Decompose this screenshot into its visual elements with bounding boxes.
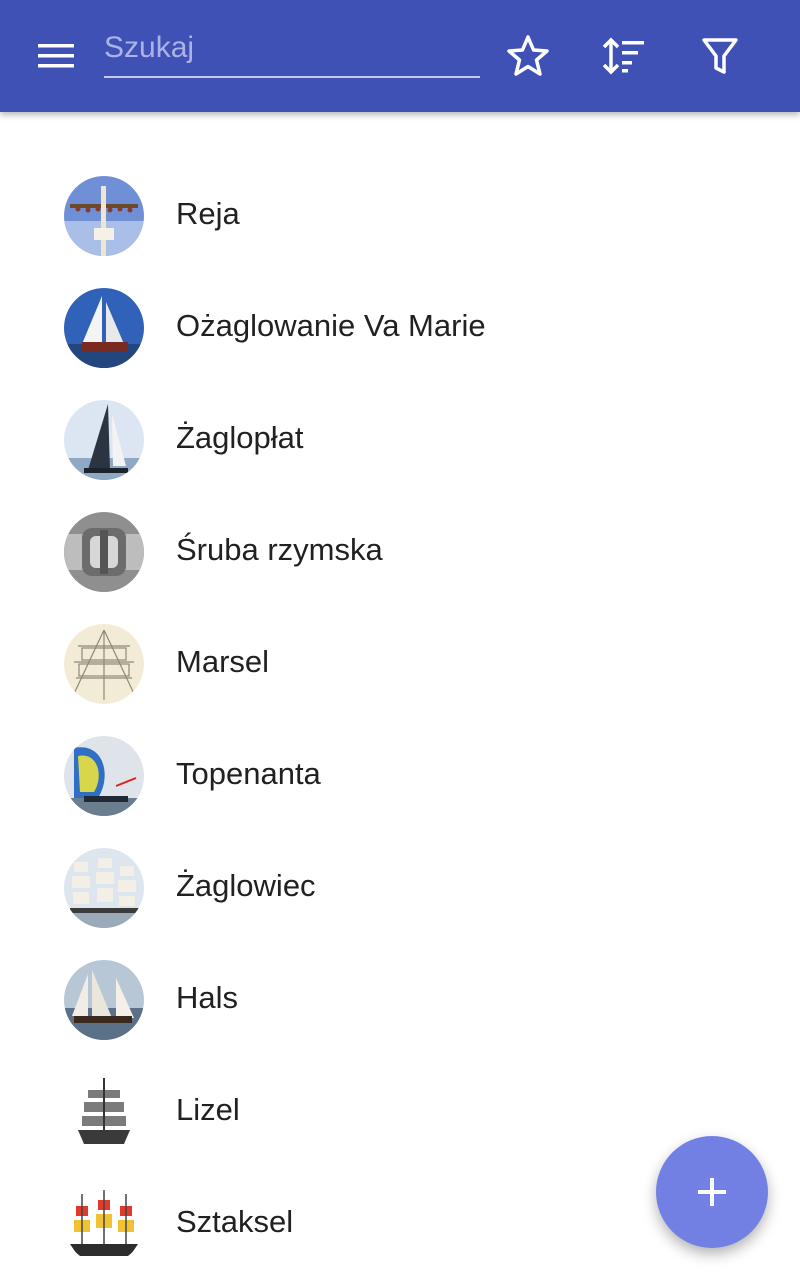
item-label: Topenanta [176, 756, 321, 791]
item-label: Żaglowiec [176, 868, 316, 903]
list-item[interactable]: Marsel [0, 608, 800, 720]
thumbnail-image [64, 288, 144, 368]
filter-button[interactable] [696, 32, 744, 80]
item-label: Reja [176, 196, 240, 231]
menu-button[interactable] [20, 28, 92, 84]
thumbnail-image [64, 848, 144, 928]
item-label: Marsel [176, 644, 270, 679]
thumbnail-image [64, 512, 144, 592]
app-bar [0, 0, 800, 112]
list-item[interactable]: Topenanta [0, 720, 800, 832]
star-outline-icon [507, 35, 549, 76]
article-list: Reja Ożaglowanie Va Marie Żaglopłat Śrub… [0, 160, 800, 1280]
sort-icon [602, 37, 644, 75]
search-field [104, 20, 480, 82]
item-label: Śruba rzymska [176, 532, 383, 567]
list-item[interactable]: Reja [0, 160, 800, 272]
thumbnail-image [64, 176, 144, 256]
item-label: Ożaglowanie Va Marie [176, 308, 486, 343]
list-item[interactable]: Hals [0, 944, 800, 1056]
filter-icon [702, 38, 738, 74]
thumbnail-image [64, 624, 144, 704]
thumbnail-image [64, 736, 144, 816]
plus-icon [698, 1178, 726, 1206]
favorites-button[interactable] [504, 32, 552, 80]
search-input[interactable] [104, 20, 480, 78]
item-label: Lizel [176, 1092, 240, 1127]
thumbnail-image [64, 1184, 144, 1264]
sort-button[interactable] [599, 32, 647, 80]
menu-icon [38, 44, 74, 68]
thumbnail-image [64, 960, 144, 1040]
item-label: Żaglopłat [176, 420, 304, 455]
list-item[interactable]: Żaglopłat [0, 384, 800, 496]
item-label: Sztaksel [176, 1204, 294, 1239]
list-item[interactable]: Ożaglowanie Va Marie [0, 272, 800, 384]
list-item[interactable]: Żaglowiec [0, 832, 800, 944]
list-item[interactable]: Śruba rzymska [0, 496, 800, 608]
add-button[interactable] [656, 1136, 768, 1248]
item-label: Hals [176, 980, 239, 1015]
thumbnail-image [64, 1072, 144, 1152]
thumbnail-image [64, 400, 144, 480]
